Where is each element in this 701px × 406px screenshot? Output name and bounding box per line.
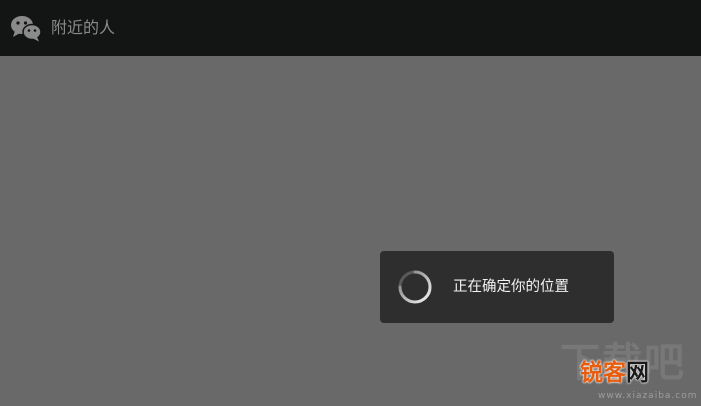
watermark-brand-black: 网 — [626, 360, 649, 386]
locating-dialog: 正在确定你的位置 — [380, 251, 614, 323]
watermark-url: www.xiazaiba.com — [598, 391, 698, 401]
loading-spinner-icon — [396, 268, 434, 306]
locating-message: 正在确定你的位置 — [453, 279, 569, 295]
wechat-icon[interactable] — [10, 14, 42, 42]
watermark-logo: 下载吧 锐客网 www.xiazaiba.com — [560, 338, 700, 406]
watermark-brand: 锐客网 — [580, 358, 649, 388]
page-title: 附近的人 — [51, 18, 116, 37]
watermark-brand-red: 锐客 — [580, 360, 626, 386]
title-bar: 附近的人 — [0, 0, 701, 56]
